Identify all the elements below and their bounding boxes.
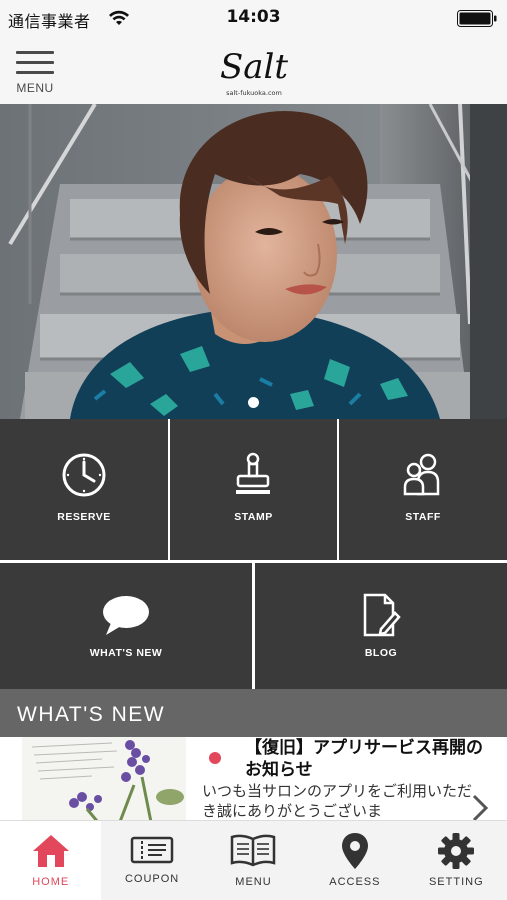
blog-tile[interactable]: BLOG xyxy=(255,563,507,689)
tab-access[interactable]: ACCESS xyxy=(304,821,405,900)
hero-photo xyxy=(0,104,507,419)
map-pin-icon xyxy=(341,833,368,869)
staff-label: STAFF xyxy=(405,511,441,523)
news-thumbnail xyxy=(22,737,186,820)
menu-label: MENU xyxy=(16,81,54,95)
whats-new-heading: WHAT'S NEW xyxy=(17,703,166,726)
tab-coupon-label: COUPON xyxy=(124,873,180,885)
app-header: MENU Salt salt-fukuoka.com xyxy=(0,36,507,104)
news-list-item[interactable]: 【復旧】アプリサービス再開のお知らせ いつも当サロンのアプリをご利用いただき誠に… xyxy=(0,737,507,820)
tab-setting[interactable]: SETTING xyxy=(406,821,507,900)
tab-access-label: ACCESS xyxy=(329,876,381,888)
brand-name: Salt xyxy=(220,47,288,87)
reserve-label: RESERVE xyxy=(57,511,111,523)
tab-menu-label: MENU xyxy=(235,876,272,888)
bottom-tab-bar: HOME COUPON MENU ACCESS SETTING xyxy=(0,820,507,900)
carousel-indicator-dot[interactable] xyxy=(248,397,259,408)
staff-tile[interactable]: STAFF xyxy=(339,419,507,560)
whats-new-tile[interactable]: WHAT'S NEW xyxy=(0,563,252,689)
brand-domain: salt-fukuoka.com xyxy=(226,89,282,97)
coupon-icon xyxy=(130,836,174,864)
clock-icon xyxy=(62,453,106,497)
blog-label: BLOG xyxy=(364,647,398,659)
tab-home-label: HOME xyxy=(32,876,70,888)
salt-logo: Salt salt-fukuoka.com xyxy=(220,47,288,97)
tab-setting-label: SETTING xyxy=(428,876,484,888)
tab-home[interactable]: HOME xyxy=(0,821,102,900)
hamburger-menu-button[interactable]: MENU xyxy=(14,48,58,95)
book-icon xyxy=(231,834,276,867)
stamp-label: STAMP xyxy=(234,511,273,523)
chevron-right-icon xyxy=(472,794,489,820)
stamp-icon xyxy=(236,452,270,494)
tab-menu[interactable]: MENU xyxy=(203,821,304,900)
battery-icon xyxy=(457,10,497,27)
reserve-tile[interactable]: RESERVE xyxy=(0,419,168,560)
clock-time: 14:03 xyxy=(226,7,281,27)
staff-icon xyxy=(403,453,440,496)
hamburger-icon xyxy=(16,51,54,54)
hamburger-icon-bar xyxy=(16,71,54,74)
whats-new-section: WHAT'S NEW 【復旧】アプリサービス再開のお知らせ いつも当サロンのアプ… xyxy=(0,689,507,820)
quick-menu-grid: RESERVE STAMP STAFF WHAT'S NEW BLOG xyxy=(0,419,507,689)
hero-carousel[interactable] xyxy=(0,104,507,419)
home-icon xyxy=(32,835,69,867)
stamp-tile[interactable]: STAMP xyxy=(170,419,337,560)
news-headline: 【復旧】アプリサービス再開のお知らせ xyxy=(245,738,483,780)
speech-bubble-icon xyxy=(103,596,149,635)
document-pen-icon xyxy=(363,593,401,637)
unread-dot xyxy=(209,752,221,764)
hamburger-icon-bar xyxy=(16,61,54,64)
tab-coupon[interactable]: COUPON xyxy=(101,821,202,900)
news-excerpt: いつも当サロンのアプリをご利用いただき誠にありがとうございま xyxy=(202,782,473,820)
gear-icon xyxy=(438,833,475,869)
status-bar: 通信事業者 14:03 xyxy=(0,0,507,36)
whats-new-label: WHAT'S NEW xyxy=(89,647,163,659)
